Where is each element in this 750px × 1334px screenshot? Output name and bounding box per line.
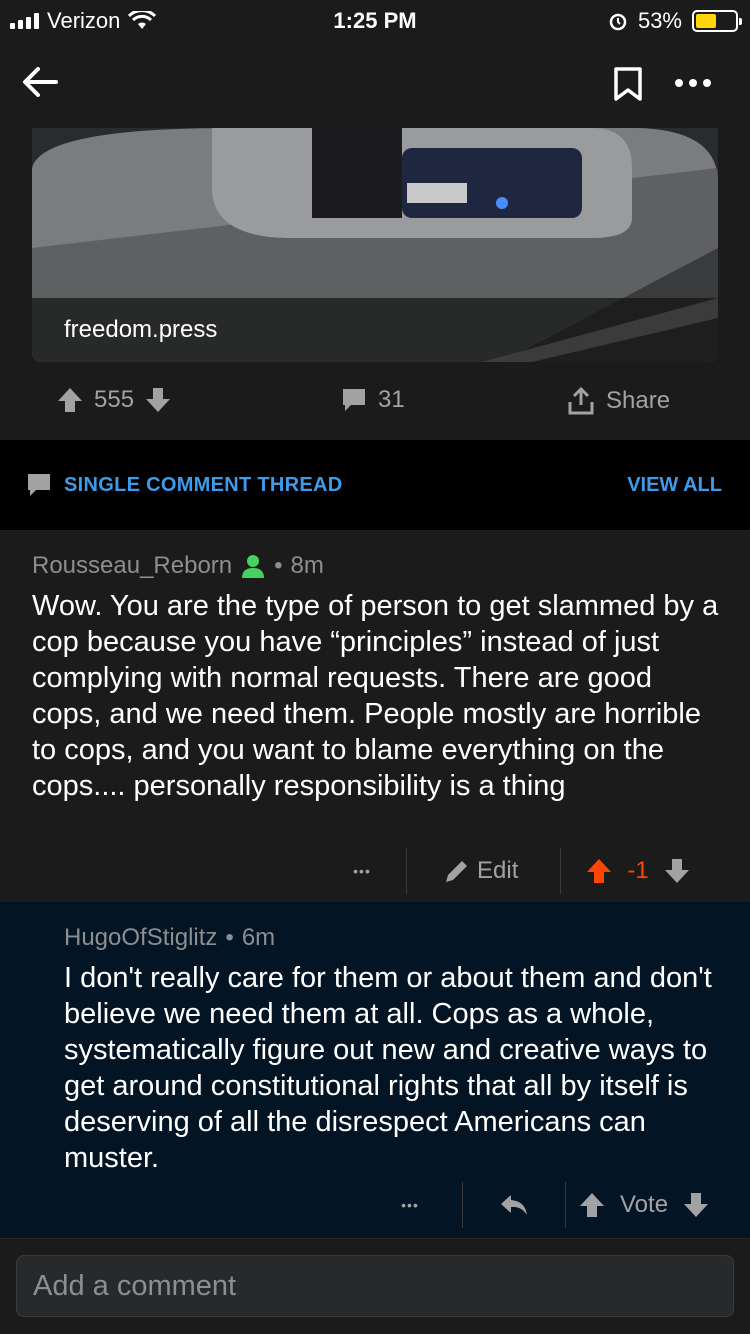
comment-actions: ••• Vote: [388, 1182, 710, 1228]
upvote-icon[interactable]: [585, 857, 613, 885]
vote-label: Vote: [620, 1191, 669, 1218]
pencil-icon: [446, 861, 467, 882]
thread-header: SINGLE COMMENT THREAD VIEW ALL: [0, 442, 750, 528]
comment-author[interactable]: Rousseau_Reborn: [32, 552, 232, 580]
downvote-icon[interactable]: [144, 386, 172, 414]
reply-icon[interactable]: [499, 1191, 529, 1219]
edit-label: Edit: [477, 857, 519, 884]
divider: [565, 1182, 566, 1228]
post-action-bar: 555 31 Share: [0, 374, 750, 432]
upvote-icon[interactable]: [578, 1191, 606, 1219]
nav-bar: [0, 50, 750, 120]
divider: [462, 1182, 463, 1228]
alarm-icon: [609, 13, 627, 31]
meta-separator: •: [225, 924, 234, 951]
comments-button[interactable]: 31: [340, 386, 405, 414]
comment-body: Wow. You are the type of person to get s…: [32, 590, 719, 802]
comment-score: -1: [627, 857, 649, 884]
downvote-icon[interactable]: [682, 1191, 710, 1219]
link-preview-card[interactable]: freedom.press: [32, 128, 718, 362]
comment-vote-group: Vote: [578, 1191, 710, 1219]
post-vote-group: 555: [56, 386, 172, 414]
divider: [406, 848, 407, 894]
comment-age: 6m: [241, 924, 276, 951]
comment-count: 31: [378, 386, 405, 413]
comment-actions: ••• Edit -1: [340, 848, 691, 894]
op-user-icon: [242, 555, 265, 578]
comment-body: I don't really care for them or about th…: [64, 962, 712, 1174]
status-bar: Verizon 1:25 PM 53%: [0, 0, 750, 42]
battery-icon: [692, 10, 742, 32]
comment-composer[interactable]: [16, 1255, 734, 1317]
comment-author[interactable]: HugoOfStiglitz: [64, 924, 217, 952]
share-button[interactable]: Share: [566, 386, 670, 416]
add-comment-input[interactable]: [17, 1256, 733, 1316]
divider: [560, 848, 562, 894]
upvote-icon[interactable]: [56, 386, 84, 414]
reply-comment-item: HugoOfStiglitz • 6m I don't really care …: [0, 902, 750, 1238]
comment-bubble-icon: [28, 474, 50, 496]
share-label: Share: [606, 387, 671, 414]
back-arrow-icon[interactable]: [18, 60, 62, 104]
comment-vote-group: -1: [585, 857, 690, 885]
comment-bubble-icon: [343, 389, 365, 411]
comment-composer-bar: [0, 1238, 750, 1334]
link-domain: freedom.press: [32, 298, 718, 362]
view-all-link[interactable]: VIEW ALL: [627, 474, 722, 497]
single-thread-label: SINGLE COMMENT THREAD: [26, 472, 343, 498]
battery-percent: 53%: [637, 8, 682, 33]
comment-item: Rousseau_Reborn • 8m Wow. You are the ty…: [0, 530, 750, 902]
comment-meta: Rousseau_Reborn • 8m: [32, 552, 324, 580]
meta-separator: •: [274, 552, 283, 579]
downvote-icon[interactable]: [663, 857, 691, 885]
save-bookmark-icon[interactable]: [612, 66, 644, 102]
comment-more-button[interactable]: •••: [340, 863, 384, 879]
edit-button[interactable]: Edit: [443, 857, 518, 885]
more-options-icon[interactable]: [672, 68, 714, 98]
comment-more-button[interactable]: •••: [388, 1197, 432, 1213]
share-icon: [568, 386, 594, 415]
status-right: 53%: [608, 8, 742, 34]
comment-age: 8m: [290, 552, 324, 579]
post-score: 555: [94, 386, 135, 413]
comment-meta: HugoOfStiglitz • 6m: [64, 924, 275, 952]
